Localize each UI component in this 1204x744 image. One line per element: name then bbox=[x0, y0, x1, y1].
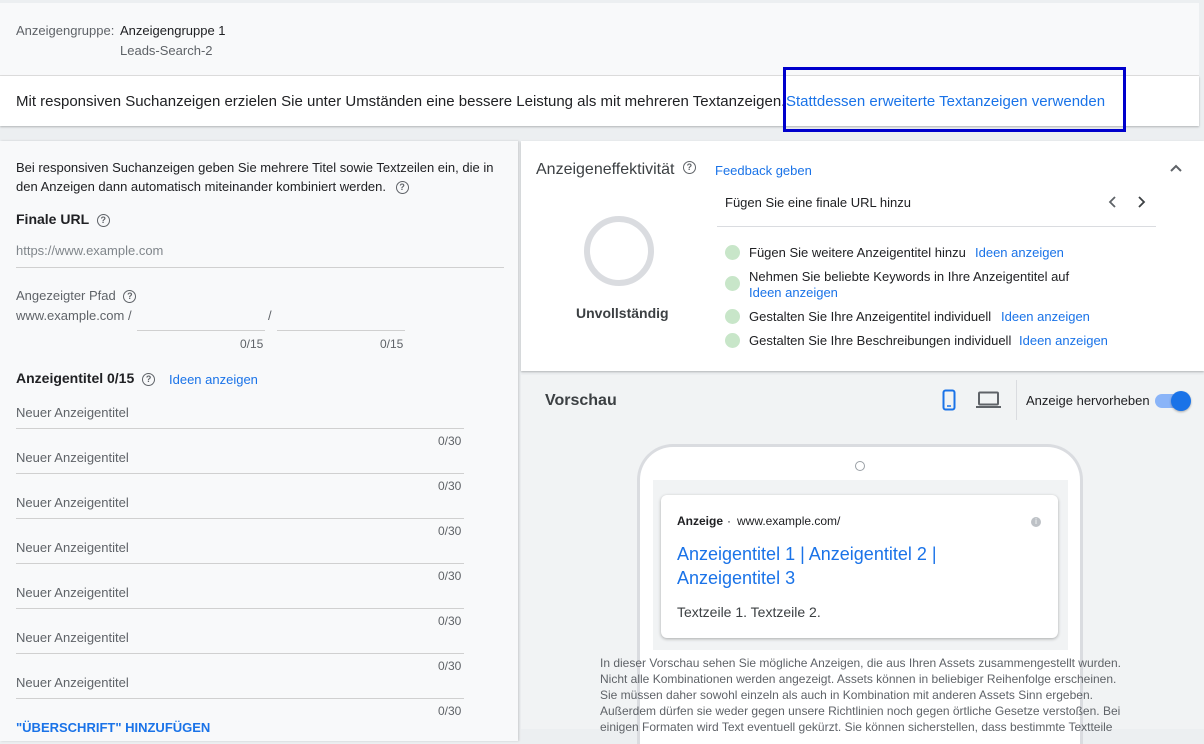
tip-text: Gestalten Sie Ihre Beschreibungen indivi… bbox=[749, 333, 1012, 348]
tip-status-dot bbox=[725, 276, 740, 291]
tip-text: Gestalten Sie Ihre Anzeigentitel individ… bbox=[749, 309, 992, 324]
ad-description: Textzeile 1. Textzeile 2. bbox=[677, 604, 821, 620]
toggle-knob bbox=[1171, 391, 1191, 411]
headline-counter: 0/30 bbox=[438, 479, 462, 493]
headline-input[interactable]: Neuer Anzeigentitel bbox=[16, 585, 129, 600]
tip-ideas-link[interactable]: Ideen anzeigen bbox=[1001, 309, 1090, 324]
campaign-name: Leads-Search-2 bbox=[120, 43, 213, 58]
tip-status-dot bbox=[725, 333, 740, 348]
final-url-label: Finale URL ? bbox=[16, 211, 110, 227]
headline-input[interactable]: Neuer Anzeigentitel bbox=[16, 675, 129, 690]
path-separator: / bbox=[268, 308, 272, 323]
path-label-text: Angezeigter Pfad bbox=[16, 288, 116, 303]
ad-headline-line1[interactable]: Anzeigentitel 1 | Anzeigentitel 2 | bbox=[677, 544, 937, 565]
help-icon[interactable]: ? bbox=[96, 213, 110, 227]
headline-underline bbox=[16, 428, 464, 429]
preview-divider bbox=[1016, 380, 1017, 420]
tip-ideas-link[interactable]: Ideen anzeigen bbox=[1019, 333, 1108, 348]
preview-title: Vorschau bbox=[545, 392, 617, 409]
headline-counter: 0/30 bbox=[438, 569, 462, 583]
headline-input[interactable]: Neuer Anzeigentitel bbox=[16, 630, 129, 645]
headline-counter: 0/30 bbox=[438, 524, 462, 538]
headline-input[interactable]: Neuer Anzeigentitel bbox=[16, 405, 129, 420]
help-icon[interactable]: ? bbox=[395, 181, 409, 195]
phone-camera-icon bbox=[855, 461, 865, 471]
preview-note: In dieser Vorschau sehen Sie mögliche An… bbox=[600, 656, 1121, 734]
headlines-label: Anzeigentitel 0/15 ? bbox=[16, 370, 156, 386]
headline-counter: 0/30 bbox=[438, 614, 462, 628]
tip-ideas-link[interactable]: Ideen anzeigen bbox=[749, 285, 838, 300]
effectiveness-title: Anzeigeneffektivität ? bbox=[536, 161, 696, 179]
add-headline-button[interactable]: "ÜBERSCHRIFT" HINZUFÜGEN bbox=[16, 720, 210, 735]
headline-counter: 0/30 bbox=[438, 704, 462, 718]
path2-counter: 0/15 bbox=[380, 337, 404, 351]
path1-counter: 0/15 bbox=[240, 337, 264, 351]
chevron-right-icon[interactable] bbox=[1136, 196, 1146, 208]
main-tip: Fügen Sie eine finale URL hinzu bbox=[725, 195, 911, 210]
path-prefix: www.example.com / bbox=[16, 308, 132, 323]
ad-effectiveness-card: Anzeigeneffektivität ? Feedback geben Un… bbox=[521, 141, 1204, 371]
ad-preview-card: Anzeige · www.example.com/ i Anzeigentit… bbox=[661, 495, 1058, 638]
tip-status-dot bbox=[725, 309, 740, 324]
effectiveness-title-text: Anzeigeneffektivität bbox=[536, 161, 675, 178]
intro-text: Bei responsiven Suchanzeigen geben Sie m… bbox=[16, 158, 496, 196]
headlines-label-text: Anzeigentitel 0/15 bbox=[16, 370, 135, 386]
chevron-left-icon[interactable] bbox=[1108, 196, 1118, 208]
adgroup-name: Anzeigengruppe 1 bbox=[120, 23, 226, 38]
mobile-icon[interactable] bbox=[942, 389, 956, 411]
ad-badge: Anzeige bbox=[677, 514, 724, 528]
intro-text-body: Bei responsiven Suchanzeigen geben Sie m… bbox=[16, 160, 494, 194]
headline-underline bbox=[16, 473, 464, 474]
effectiveness-status: Unvollständig bbox=[576, 305, 669, 321]
headline-input[interactable]: Neuer Anzeigentitel bbox=[16, 450, 129, 465]
help-icon[interactable]: ? bbox=[142, 372, 156, 386]
info-icon[interactable]: i bbox=[1031, 517, 1041, 527]
final-url-underline bbox=[16, 267, 504, 268]
path2-input[interactable] bbox=[277, 330, 405, 331]
final-url-input[interactable]: https://www.example.com bbox=[16, 243, 163, 258]
headline-counter: 0/30 bbox=[438, 659, 462, 673]
desktop-icon[interactable] bbox=[976, 391, 1001, 409]
highlight-ad-label: Anzeige hervorheben bbox=[1026, 393, 1150, 408]
headline-underline bbox=[16, 608, 464, 609]
highlight-ad-toggle[interactable] bbox=[1155, 391, 1191, 411]
headline-underline bbox=[16, 698, 464, 699]
adgroup-label: Anzeigengruppe: bbox=[16, 23, 115, 38]
ad-display-url: www.example.com/ bbox=[737, 514, 841, 528]
headline-underline bbox=[16, 653, 464, 654]
collapse-chevron-icon[interactable] bbox=[1169, 163, 1183, 173]
headline-input[interactable]: Neuer Anzeigentitel bbox=[16, 495, 129, 510]
tip-ideas-link[interactable]: Ideen anzeigen bbox=[975, 245, 1064, 260]
headline-ideas-link[interactable]: Ideen anzeigen bbox=[169, 372, 258, 387]
help-icon[interactable]: ? bbox=[682, 161, 696, 174]
notice-text: Mit responsiven Suchanzeigen erzielen Si… bbox=[16, 93, 786, 110]
help-icon[interactable]: ? bbox=[123, 290, 137, 304]
headline-input[interactable]: Neuer Anzeigentitel bbox=[16, 540, 129, 555]
tip-divider bbox=[717, 226, 1156, 227]
adgroup-header: Anzeigengruppe: Anzeigengruppe 1 Leads-S… bbox=[0, 3, 1199, 76]
final-url-label-text: Finale URL bbox=[16, 211, 89, 227]
path1-input[interactable] bbox=[137, 330, 265, 331]
highlight-box bbox=[783, 67, 1126, 132]
feedback-link[interactable]: Feedback geben bbox=[715, 163, 812, 178]
tip-text: Fügen Sie weitere Anzeigentitel hinzu bbox=[749, 245, 966, 260]
ad-headline-line2[interactable]: Anzeigentitel 3 bbox=[677, 568, 795, 589]
path-label: Angezeigter Pfad ? bbox=[16, 288, 137, 304]
tip-text: Nehmen Sie beliebte Keywords in Ihre Anz… bbox=[749, 269, 1070, 284]
headline-underline bbox=[16, 518, 464, 519]
ad-separator-dot: · bbox=[727, 514, 731, 528]
headline-underline bbox=[16, 563, 464, 564]
effectiveness-gauge bbox=[584, 216, 654, 286]
tip-status-dot bbox=[725, 245, 740, 260]
headline-counter: 0/30 bbox=[438, 434, 462, 448]
ad-form-panel: Bei responsiven Suchanzeigen geben Sie m… bbox=[0, 141, 518, 741]
